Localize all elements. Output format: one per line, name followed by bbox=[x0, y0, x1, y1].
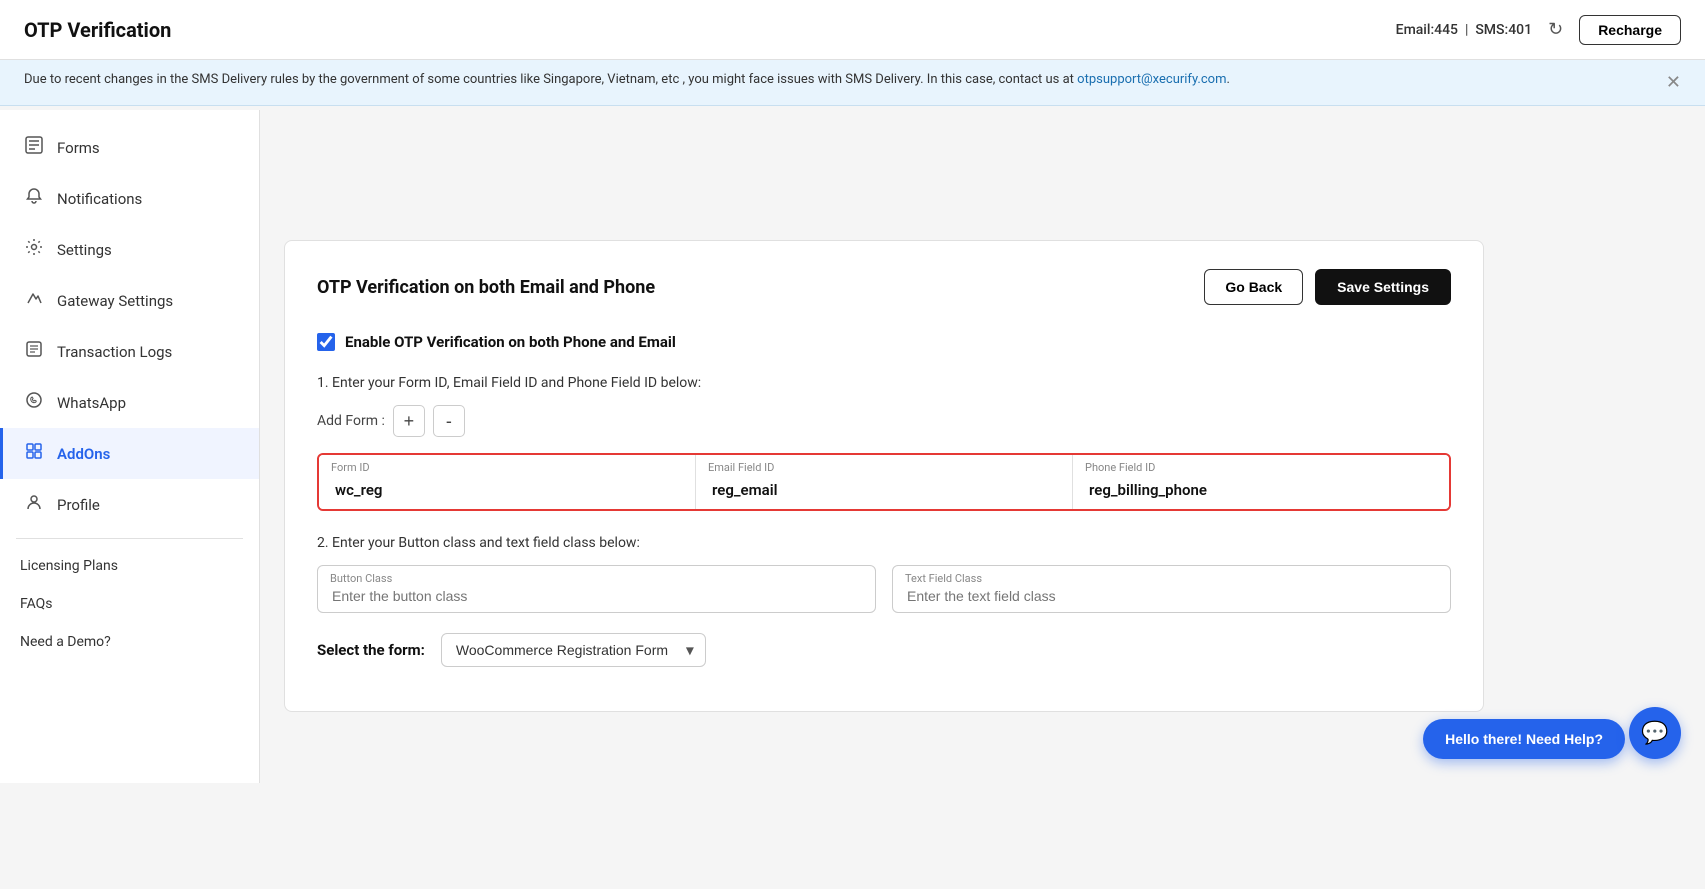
sidebar-label-notifications: Notifications bbox=[57, 190, 142, 208]
refresh-icon[interactable]: ↻ bbox=[1548, 19, 1563, 40]
card-header: OTP Verification on both Email and Phone… bbox=[317, 269, 1451, 305]
addons-icon bbox=[23, 442, 45, 465]
checkbox-label[interactable]: Enable OTP Verification on both Phone an… bbox=[345, 333, 676, 351]
content-card: OTP Verification on both Email and Phone… bbox=[284, 240, 1484, 712]
select-form-dropdown[interactable]: WooCommerce Registration Form Contact Fo… bbox=[441, 633, 706, 667]
whatsapp-icon bbox=[23, 391, 45, 414]
enable-otp-checkbox[interactable] bbox=[317, 333, 335, 351]
notice-bar: Due to recent changes in the SMS Deliver… bbox=[0, 60, 1705, 106]
step1-label: 1. Enter your Form ID, Email Field ID an… bbox=[317, 375, 1451, 391]
field-row: Form ID wc_reg Email Field ID reg_email … bbox=[317, 453, 1451, 511]
notice-close-icon[interactable]: ✕ bbox=[1666, 72, 1681, 93]
select-form-row: Select the form: WooCommerce Registratio… bbox=[317, 633, 1451, 667]
select-form-wrapper: WooCommerce Registration Form Contact Fo… bbox=[441, 633, 706, 667]
notifications-icon bbox=[23, 187, 45, 210]
top-bar-right: Email:445 | SMS:401 ↻ Recharge bbox=[1396, 15, 1681, 45]
sidebar-label-whatsapp: WhatsApp bbox=[57, 394, 126, 412]
button-class-field: Button Class bbox=[317, 565, 876, 613]
sidebar-divider bbox=[16, 538, 243, 539]
email-field-id-label: Email Field ID bbox=[708, 461, 774, 474]
chat-bubble-icon: 💬 bbox=[1641, 720, 1668, 746]
sidebar-link-licensing[interactable]: Licensing Plans bbox=[0, 547, 259, 585]
button-class-label: Button Class bbox=[330, 572, 392, 585]
text-field-class-input[interactable] bbox=[907, 566, 1436, 612]
step2-label: 2. Enter your Button class and text fiel… bbox=[317, 535, 1451, 551]
sidebar-link-demo[interactable]: Need a Demo? bbox=[0, 623, 259, 661]
enable-checkbox-row: Enable OTP Verification on both Phone an… bbox=[317, 333, 1451, 351]
save-settings-button[interactable]: Save Settings bbox=[1315, 269, 1451, 305]
forms-icon bbox=[23, 136, 45, 159]
class-row: Button Class Text Field Class bbox=[317, 565, 1451, 613]
page-title: OTP Verification bbox=[24, 18, 171, 42]
sidebar-label-transaction-logs: Transaction Logs bbox=[57, 343, 172, 361]
sidebar-item-notifications[interactable]: Notifications bbox=[0, 173, 259, 224]
gateway-settings-icon bbox=[23, 289, 45, 312]
chat-bubble-button[interactable]: 💬 bbox=[1629, 707, 1681, 759]
sidebar-item-whatsapp[interactable]: WhatsApp bbox=[0, 377, 259, 428]
go-back-button[interactable]: Go Back bbox=[1204, 269, 1303, 305]
sidebar-label-forms: Forms bbox=[57, 139, 100, 157]
profile-icon bbox=[23, 493, 45, 516]
text-field-class-label: Text Field Class bbox=[905, 572, 982, 585]
phone-field-id-field: Phone Field ID reg_billing_phone bbox=[1073, 455, 1449, 509]
sidebar-item-settings[interactable]: Settings bbox=[0, 224, 259, 275]
sidebar-item-forms[interactable]: Forms bbox=[0, 122, 259, 173]
sidebar-label-addons: AddOns bbox=[57, 445, 110, 463]
sidebar-item-transaction-logs[interactable]: Transaction Logs bbox=[0, 326, 259, 377]
add-form-label: Add Form : bbox=[317, 413, 385, 429]
card-title: OTP Verification on both Email and Phone bbox=[317, 277, 655, 298]
phone-field-id-label: Phone Field ID bbox=[1085, 461, 1155, 474]
sidebar-item-addons[interactable]: AddOns bbox=[0, 428, 259, 479]
card-actions: Go Back Save Settings bbox=[1204, 269, 1451, 305]
form-id-field: Form ID wc_reg bbox=[319, 455, 696, 509]
add-form-minus-button[interactable]: - bbox=[433, 405, 465, 437]
add-form-row: Add Form : + - bbox=[317, 405, 1451, 437]
form-id-value: wc_reg bbox=[335, 465, 679, 499]
sidebar: Forms Notifications Settings Gateway Set… bbox=[0, 110, 260, 783]
sidebar-link-faqs[interactable]: FAQs bbox=[0, 585, 259, 623]
sidebar-label-settings: Settings bbox=[57, 241, 112, 259]
sidebar-item-gateway-settings[interactable]: Gateway Settings bbox=[0, 275, 259, 326]
notice-email-link[interactable]: otpsupport@xecurify.com bbox=[1077, 72, 1226, 87]
credits-display: Email:445 | SMS:401 bbox=[1396, 22, 1532, 38]
button-class-input[interactable] bbox=[332, 566, 861, 612]
sidebar-label-profile: Profile bbox=[57, 496, 100, 514]
settings-icon bbox=[23, 238, 45, 261]
transaction-logs-icon bbox=[23, 340, 45, 363]
help-button[interactable]: Hello there! Need Help? bbox=[1423, 719, 1625, 759]
main-content: OTP Verification on both Email and Phone… bbox=[260, 216, 1705, 889]
form-id-label: Form ID bbox=[331, 461, 370, 474]
sidebar-item-profile[interactable]: Profile bbox=[0, 479, 259, 530]
text-field-class-field: Text Field Class bbox=[892, 565, 1451, 613]
layout: Forms Notifications Settings Gateway Set… bbox=[0, 106, 1705, 889]
recharge-button[interactable]: Recharge bbox=[1579, 15, 1681, 45]
top-bar: OTP Verification Email:445 | SMS:401 ↻ R… bbox=[0, 0, 1705, 60]
add-form-plus-button[interactable]: + bbox=[393, 405, 425, 437]
notice-text: Due to recent changes in the SMS Deliver… bbox=[24, 72, 1230, 87]
email-field-id-field: Email Field ID reg_email bbox=[696, 455, 1073, 509]
sidebar-label-gateway: Gateway Settings bbox=[57, 292, 173, 310]
select-form-label: Select the form: bbox=[317, 641, 425, 659]
